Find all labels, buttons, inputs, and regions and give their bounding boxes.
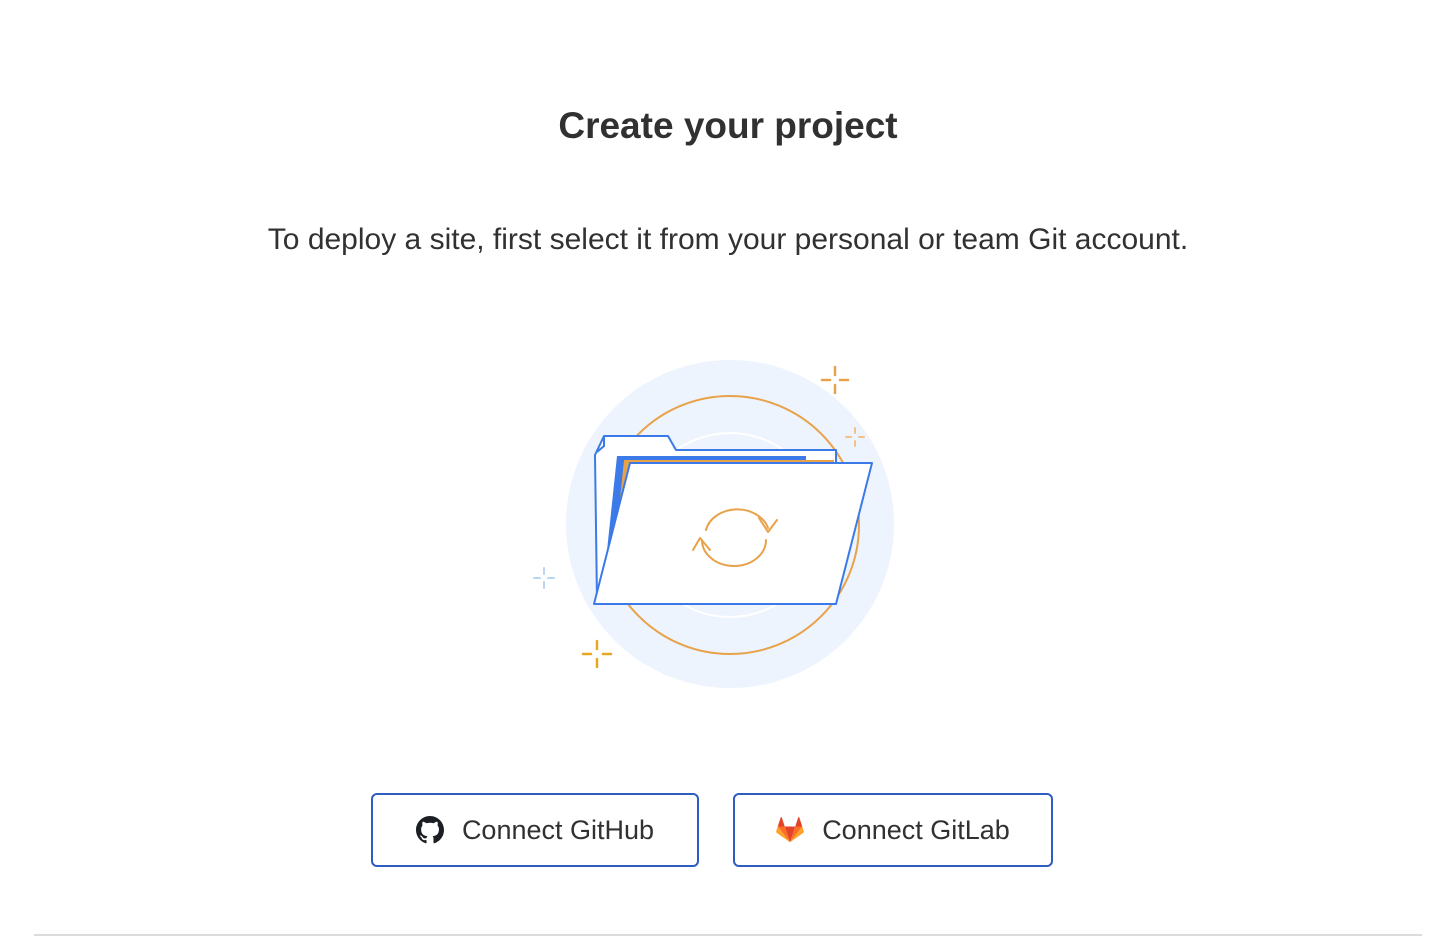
connect-github-label: Connect GitHub <box>461 814 655 845</box>
gitlab-icon <box>776 816 805 844</box>
page-subtitle: To deploy a site, first select it from y… <box>267 223 1189 256</box>
create-project-page: Create your project To deploy a site, fi… <box>0 0 1449 947</box>
page-title: Create your project <box>558 105 898 146</box>
connect-gitlab-button[interactable]: Connect GitLab <box>733 793 1053 867</box>
connect-github-button[interactable]: Connect GitHub <box>371 793 699 867</box>
github-icon <box>415 816 444 844</box>
folder-sync-illustration <box>533 360 894 688</box>
connect-gitlab-label: Connect GitLab <box>822 814 1010 845</box>
bottom-divider <box>34 934 1422 936</box>
